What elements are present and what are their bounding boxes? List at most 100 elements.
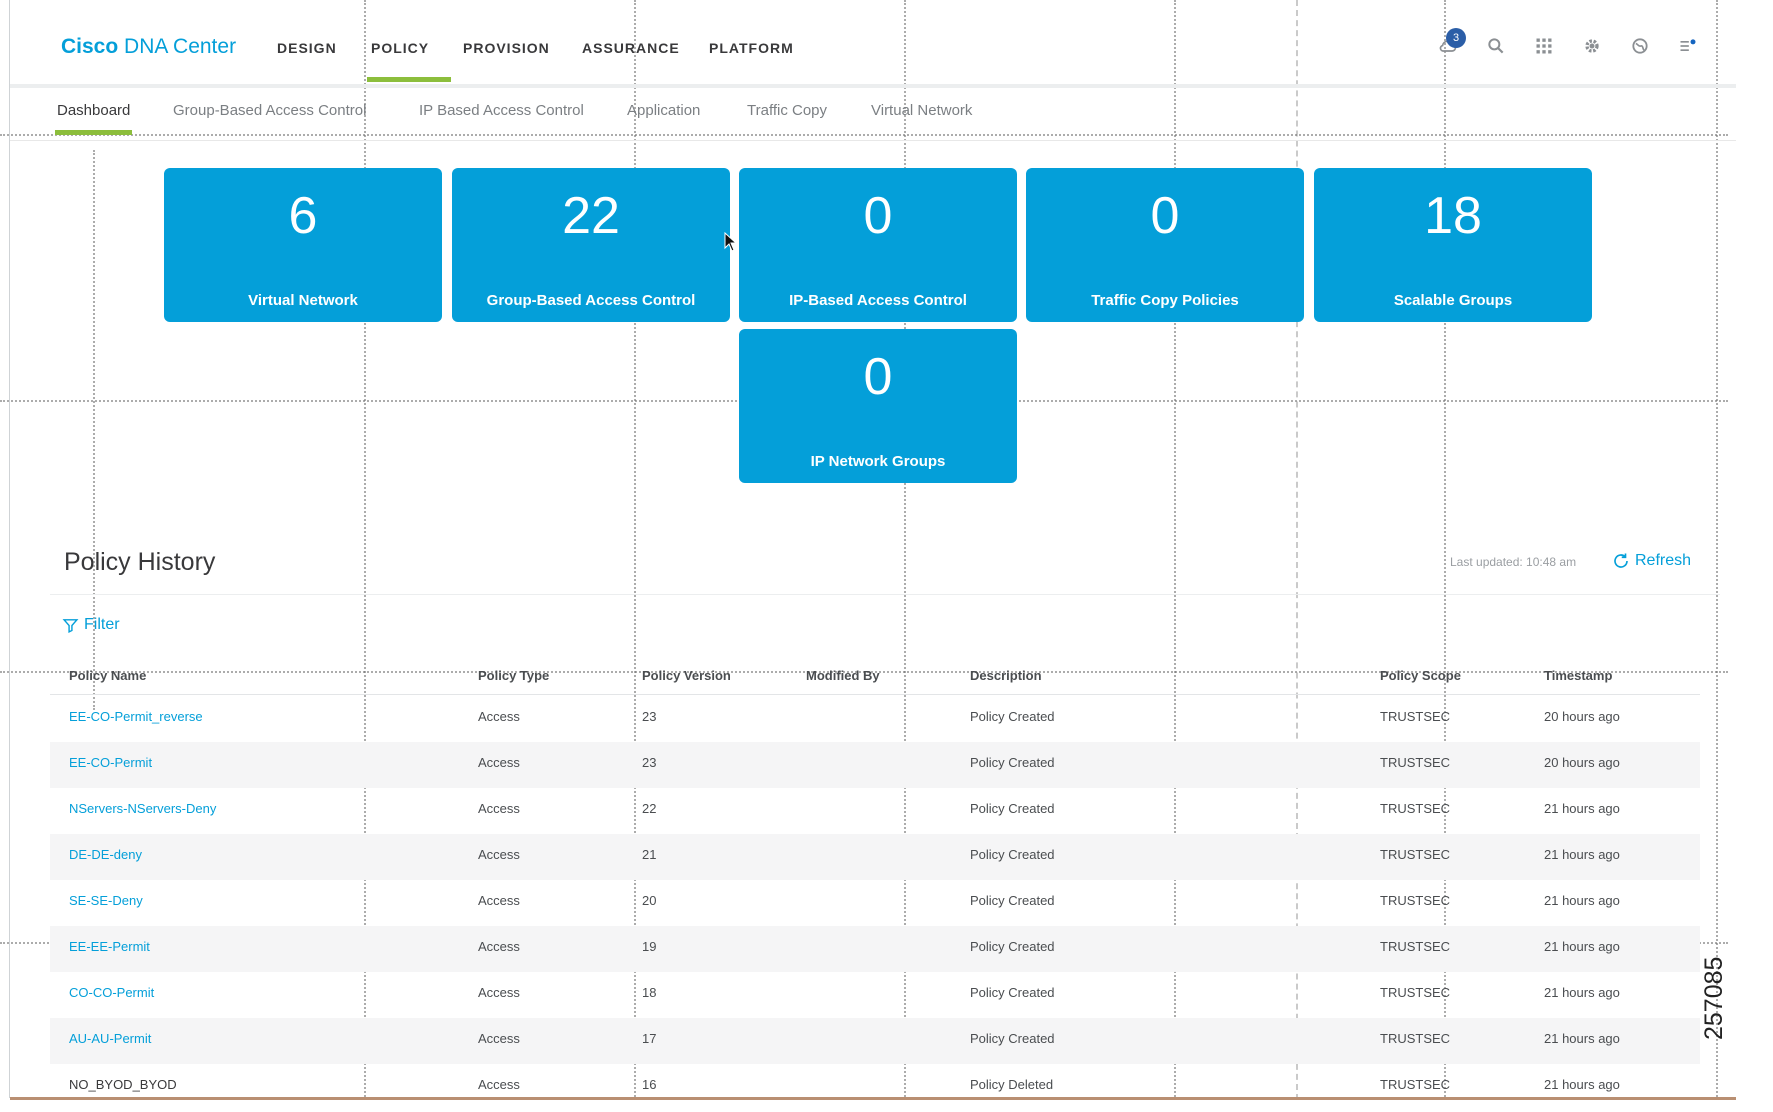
policy-history-title: Policy History (64, 548, 216, 576)
description-cell: Policy Deleted (970, 1077, 1054, 1092)
column-header-description[interactable]: Description (970, 668, 1042, 683)
policy-type-cell: Access (478, 893, 520, 908)
tab-application[interactable]: Application (627, 102, 700, 119)
filter-button[interactable]: Filter (62, 616, 120, 634)
filter-icon (62, 618, 79, 633)
tile-group-based-access-control[interactable]: 22 Group-Based Access Control (452, 168, 730, 322)
policy-name-cell[interactable]: EE-EE-Permit (69, 939, 150, 954)
policy-type-cell: Access (478, 985, 520, 1000)
guide-line (1716, 0, 1718, 1100)
policy-name-cell[interactable]: AU-AU-Permit (69, 1031, 151, 1046)
apps-grid-icon[interactable] (1532, 34, 1556, 58)
policy-name-cell: NO_BYOD_BYOD (69, 1077, 177, 1092)
policy-name-cell[interactable]: EE-CO-Permit_reverse (69, 709, 203, 724)
cisco-dna-center-logo[interactable]: Cisco DNA Center (61, 35, 236, 59)
brand-strong: Cisco (61, 35, 119, 58)
policy-scope-cell: TRUSTSEC (1380, 939, 1451, 954)
left-edge-line (9, 0, 10, 1098)
policy-scope-cell: TRUSTSEC (1380, 985, 1451, 1000)
table-row: CO-CO-Permit Access 18 Policy Created TRUSTS… (50, 972, 1700, 1018)
description-cell: Policy Created (970, 847, 1055, 862)
tile-ip-based-access-control[interactable]: 0 IP-Based Access Control (739, 168, 1017, 322)
table-header: Policy Name Policy Type Policy Version M… (50, 664, 1700, 695)
tile-count: 6 (288, 187, 318, 245)
description-cell: Policy Created (970, 755, 1055, 770)
divider (50, 594, 1720, 595)
policy-name-cell[interactable]: DE-DE-deny (69, 847, 142, 862)
table-row: EE-EE-Permit Access 19 Policy Created TRUSTS… (50, 926, 1700, 972)
timestamp-cell: 21 hours ago (1544, 801, 1620, 816)
timestamp-cell: 21 hours ago (1544, 847, 1620, 862)
tab-virtual-network[interactable]: Virtual Network (871, 102, 972, 119)
timestamp-cell: 21 hours ago (1544, 985, 1620, 1000)
tab-traffic-copy[interactable]: Traffic Copy (747, 102, 827, 119)
description-cell: Policy Created (970, 801, 1055, 816)
nav-provision[interactable]: PROVISION (463, 40, 550, 56)
column-header-timestamp[interactable]: Timestamp (1544, 668, 1612, 683)
globe-icon[interactable] (1628, 34, 1652, 58)
timestamp-cell: 21 hours ago (1544, 1031, 1620, 1046)
table-row: EE-CO-Permit Access 23 Policy Created TRUSTS… (50, 742, 1700, 788)
header-icon-group: 3 (1436, 28, 1700, 58)
policy-version-cell: 17 (642, 1031, 657, 1046)
policy-scope-cell: TRUSTSEC (1380, 1031, 1451, 1046)
policy-type-cell: Access (478, 1031, 520, 1046)
policy-scope-cell: TRUSTSEC (1380, 801, 1451, 816)
tile-count: 0 (1150, 187, 1180, 245)
description-cell: Policy Created (970, 1031, 1055, 1046)
nav-assurance[interactable]: ASSURANCE (582, 40, 680, 56)
nav-design[interactable]: DESIGN (277, 40, 337, 56)
policy-name-cell[interactable]: SE-SE-Deny (69, 893, 143, 908)
column-header-policy-version[interactable]: Policy Version (642, 668, 731, 683)
description-cell: Policy Created (970, 939, 1055, 954)
column-header-policy-scope[interactable]: Policy Scope (1380, 668, 1461, 683)
tab-dashboard[interactable]: Dashboard (54, 102, 133, 135)
timestamp-cell: 21 hours ago (1544, 1077, 1620, 1092)
tile-label: Virtual Network (248, 292, 358, 309)
tile-label: IP-Based Access Control (789, 292, 967, 309)
tile-label: Traffic Copy Policies (1091, 292, 1239, 309)
last-updated-text: Last updated: 10:48 am (1450, 555, 1577, 569)
timestamp-cell: 20 hours ago (1544, 755, 1620, 770)
table-row: NO_BYOD_BYOD Access 16 Policy Deleted TRUSTS… (50, 1064, 1700, 1110)
tile-scalable-groups[interactable]: 18 Scalable Groups (1314, 168, 1592, 322)
search-icon[interactable] (1484, 34, 1508, 58)
column-header-modified-by[interactable]: Modified By (806, 668, 880, 683)
tab-ip-based-access-control[interactable]: IP Based Access Control (419, 102, 584, 119)
policy-name-cell[interactable]: CO-CO-Permit (69, 985, 154, 1000)
policy-name-cell[interactable]: NServers-NServers-Deny (69, 801, 216, 816)
tile-count: 18 (1424, 187, 1482, 245)
policy-scope-cell: TRUSTSEC (1380, 893, 1451, 908)
brand-light: DNA Center (118, 35, 237, 58)
figure-number: 257085 (1700, 956, 1728, 1040)
bottom-border (10, 1097, 1736, 1100)
tab-group-based-access-control[interactable]: Group-Based Access Control (173, 102, 366, 119)
column-header-policy-name[interactable]: Policy Name (69, 668, 146, 683)
policy-subtabs: Dashboard Group-Based Access Control IP … (10, 96, 1736, 141)
table-row: NServers-NServers-Deny Access 22 Policy Cre… (50, 788, 1700, 834)
timestamp-cell: 20 hours ago (1544, 709, 1620, 724)
policy-name-cell[interactable]: EE-CO-Permit (69, 755, 152, 770)
policy-version-cell: 20 (642, 893, 657, 908)
column-header-policy-type[interactable]: Policy Type (478, 668, 549, 683)
table-row: EE-CO-Permit_reverse Access 23 Policy Creat… (50, 696, 1700, 742)
policy-version-cell: 19 (642, 939, 657, 954)
notification-badge: 3 (1446, 28, 1466, 48)
tile-label: Scalable Groups (1393, 292, 1513, 309)
cloud-icon[interactable]: 3 (1436, 28, 1466, 58)
timestamp-cell: 21 hours ago (1544, 893, 1620, 908)
nav-policy[interactable]: POLICY (366, 40, 452, 82)
gear-icon[interactable] (1580, 34, 1604, 58)
table-row: AU-AU-Permit Access 17 Policy Created TRUSTS… (50, 1018, 1700, 1064)
timestamp-cell: 21 hours ago (1544, 939, 1620, 954)
tile-traffic-copy-policies[interactable]: 0 Traffic Copy Policies (1026, 168, 1304, 322)
nav-platform[interactable]: PLATFORM (709, 40, 794, 56)
policy-scope-cell: TRUSTSEC (1380, 1077, 1451, 1092)
tile-ip-network-groups[interactable]: 0 IP Network Groups (739, 329, 1017, 483)
description-cell: Policy Created (970, 985, 1055, 1000)
tile-count: 0 (863, 187, 893, 245)
policy-version-cell: 22 (642, 801, 657, 816)
tile-virtual-network[interactable]: 6 Virtual Network (164, 168, 442, 322)
list-notification-icon[interactable] (1676, 34, 1700, 58)
refresh-button[interactable]: Refresh (1612, 552, 1691, 570)
